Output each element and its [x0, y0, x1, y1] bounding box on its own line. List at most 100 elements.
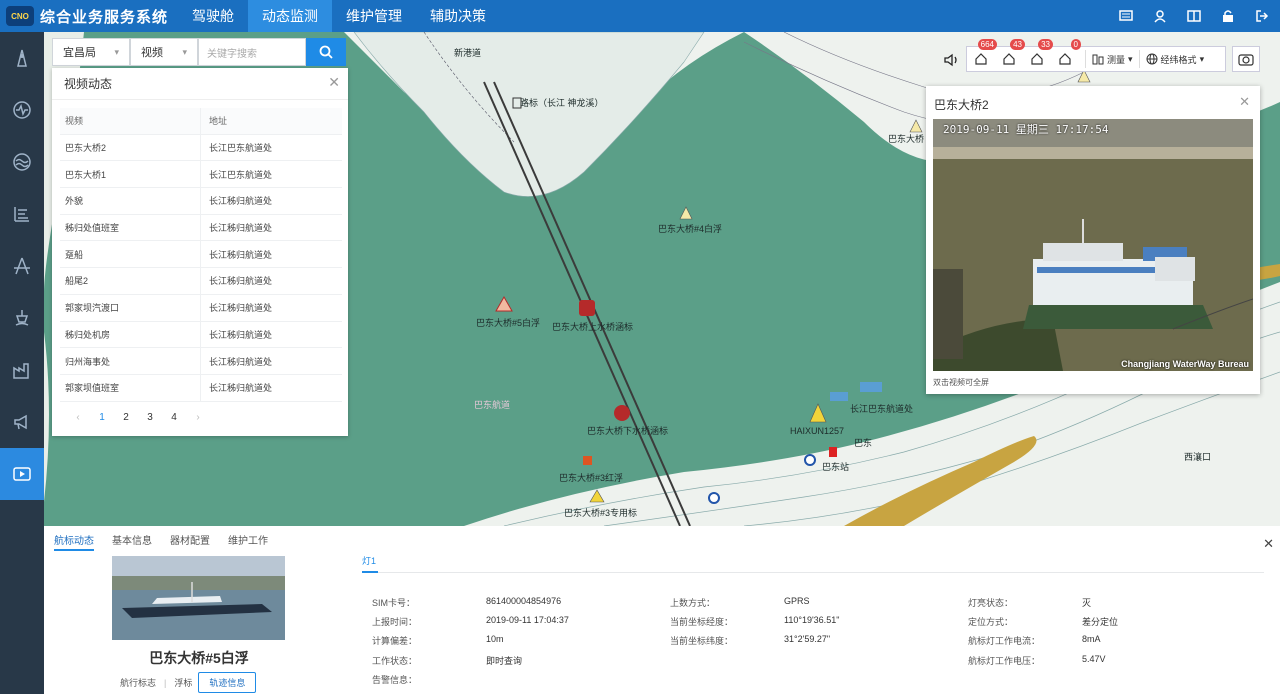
video-name-cell: 郭家坝值班室	[60, 374, 201, 401]
detail-tabs: 航标动态 基本信息 器材配置 维护工作	[54, 532, 268, 551]
table-row[interactable]: 巴东大桥2 长江巴东航道处	[60, 134, 342, 162]
org-select[interactable]: 宜昌局 ▾	[52, 38, 130, 66]
position-mode-value: 差分定位	[1082, 617, 1119, 627]
search-input[interactable]: 关键字搜索	[198, 38, 306, 66]
next-page-icon[interactable]: ›	[186, 412, 210, 423]
type-select-value: 视频	[141, 47, 163, 59]
nav-cockpit[interactable]: 驾驶舱	[178, 0, 248, 32]
video-panel-header: 视频动态 ✕	[52, 68, 348, 100]
column-header-video: 视频	[60, 108, 201, 134]
page-4[interactable]: 4	[162, 412, 186, 423]
nav-dynamic-monitoring[interactable]: 动态监测	[248, 0, 333, 32]
table-row[interactable]: 巴东大桥1 长江巴东航道处	[60, 161, 342, 189]
camera-button[interactable]	[1232, 46, 1260, 72]
address-cell: 长江秭归航道处	[209, 329, 273, 340]
close-icon[interactable]: ✕	[328, 74, 340, 91]
latitude-value: 31°2'59.27"	[784, 634, 831, 644]
link-nav-sign[interactable]: 航行标志	[120, 676, 156, 689]
video-popup-title: 巴东大桥2	[934, 98, 989, 112]
wave-monitor-icon	[13, 101, 31, 119]
station-filter-4[interactable]: 0	[1051, 39, 1081, 72]
measure-dropdown[interactable]: 测量 ▾	[1092, 53, 1133, 66]
tab-maintenance-work[interactable]: 维护工作	[228, 532, 268, 551]
nav-decision-support[interactable]: 辅助决策	[416, 0, 500, 32]
track-info-button[interactable]: 轨迹信息	[198, 672, 257, 693]
alarm-label: 告警信息：	[372, 675, 418, 685]
station-filter-2[interactable]: 43	[995, 39, 1025, 72]
page-3[interactable]: 3	[138, 412, 162, 423]
map-label-badong-office: 长江巴东航道处	[850, 404, 914, 414]
broadcast-icon	[14, 414, 27, 430]
table-row[interactable]: 秭归处机房 长江秭归航道处	[60, 321, 342, 349]
app-title: 综合业务服务系统	[40, 8, 169, 26]
sidebar-item-factory[interactable]	[0, 344, 44, 396]
logout-icon[interactable]	[1252, 6, 1272, 26]
sidebar-item-bridge[interactable]	[0, 240, 44, 292]
map-label-badong-bridge: 巴东大桥	[888, 134, 925, 144]
prev-page-icon[interactable]: ‹	[66, 412, 90, 423]
layout-icon[interactable]	[1184, 6, 1204, 26]
station-filter-3[interactable]: 33	[1023, 39, 1053, 72]
search-button[interactable]	[306, 38, 346, 66]
bridge-icon	[14, 257, 30, 275]
light-tab-indicator	[362, 571, 378, 573]
type-select[interactable]: 视频 ▾	[130, 38, 198, 66]
channel-icon	[14, 207, 29, 222]
station-filter-1[interactable]: 664	[967, 39, 997, 72]
beacon-name: 巴东大桥#5白浮	[149, 650, 249, 666]
table-row[interactable]: 郭家坝值班室 长江秭归航道处	[60, 374, 342, 402]
sidebar-item-water[interactable]	[0, 136, 44, 188]
toolbar-divider	[1085, 50, 1086, 68]
sidebar-item-broadcast[interactable]	[0, 396, 44, 448]
chevron-down-icon: ▾	[1128, 53, 1133, 64]
light-tab-divider	[362, 572, 1264, 573]
sidebar-item-channel[interactable]	[0, 188, 44, 240]
table-row[interactable]: 归州海事处 长江秭归航道处	[60, 348, 342, 375]
map-label-buoy-4: 巴东大桥#4白浮	[658, 224, 723, 234]
longitude-label: 当前坐标经度：	[670, 617, 734, 627]
monitor-icon[interactable]	[1116, 6, 1136, 26]
close-icon[interactable]: ✕	[1263, 536, 1274, 552]
work-state-value[interactable]: 即时查询	[486, 654, 522, 667]
report-time-value: 2019-09-11 17:04:37	[486, 615, 569, 625]
user-icon[interactable]	[1150, 6, 1170, 26]
sidebar-item-wave-monitor[interactable]	[0, 84, 44, 136]
offset-value: 10m	[486, 634, 504, 644]
video-name-cell: 巴东大桥1	[60, 161, 201, 188]
table-row[interactable]: 秭归处值班室 长江秭归航道处	[60, 214, 342, 242]
table-row[interactable]: 船尾2 长江秭归航道处	[60, 268, 342, 295]
link-buoy[interactable]: 浮标	[174, 676, 192, 689]
map-label-haixun: HAIXUN1257	[790, 426, 845, 436]
tab-equipment[interactable]: 器材配置	[170, 532, 210, 551]
chevron-down-icon: ▾	[114, 46, 119, 57]
nav-maintenance[interactable]: 维护管理	[332, 0, 416, 32]
video-timestamp: 2019-09-11 星期三 17:17:54	[943, 123, 1109, 136]
top-bar: CNO 综合业务服务系统 驾驶舱 动态监测 维护管理 辅助决策	[0, 0, 1280, 32]
sidebar-item-video[interactable]	[0, 448, 44, 500]
page-2[interactable]: 2	[114, 412, 138, 423]
tab-light-1[interactable]: 灯1	[362, 554, 376, 567]
longitude-value: 110°19'36.51"	[784, 615, 840, 625]
house-icon	[1059, 53, 1071, 65]
beacon-icon	[17, 49, 27, 67]
buoy-5-marker	[495, 295, 513, 312]
table-row[interactable]: 郭家坝汽渡口 长江秭归航道处	[60, 294, 342, 322]
table-row[interactable]: 趸船 长江秭归航道处	[60, 241, 342, 269]
coord-format-dropdown[interactable]: 经纬格式 ▾	[1146, 53, 1204, 66]
app-logo: CNO	[6, 6, 34, 26]
sidebar-item-buoy[interactable]	[0, 292, 44, 344]
sound-icon[interactable]	[943, 52, 961, 68]
video-player[interactable]: 2019-09-11 星期三 17:17:54 Changjiang Water…	[933, 119, 1253, 371]
lock-icon[interactable]	[1218, 6, 1238, 26]
video-icon	[13, 467, 31, 481]
map-toolbar: 664 43 33 0 测量 ▾ 经纬格式 ▾	[966, 39, 1226, 72]
tab-beacon-dynamic[interactable]: 航标动态	[54, 532, 94, 551]
video-name-cell: 秭归处机房	[60, 321, 201, 348]
tab-basic-info[interactable]: 基本信息	[112, 532, 152, 551]
close-icon[interactable]: ✕	[1239, 94, 1250, 110]
measure-label: 测量	[1107, 54, 1126, 65]
page-1[interactable]: 1	[90, 412, 114, 423]
table-row[interactable]: 外貌 长江秭归航道处	[60, 188, 342, 215]
bridge-upstream-marker	[579, 300, 595, 316]
sidebar-item-beacon[interactable]	[0, 32, 44, 84]
